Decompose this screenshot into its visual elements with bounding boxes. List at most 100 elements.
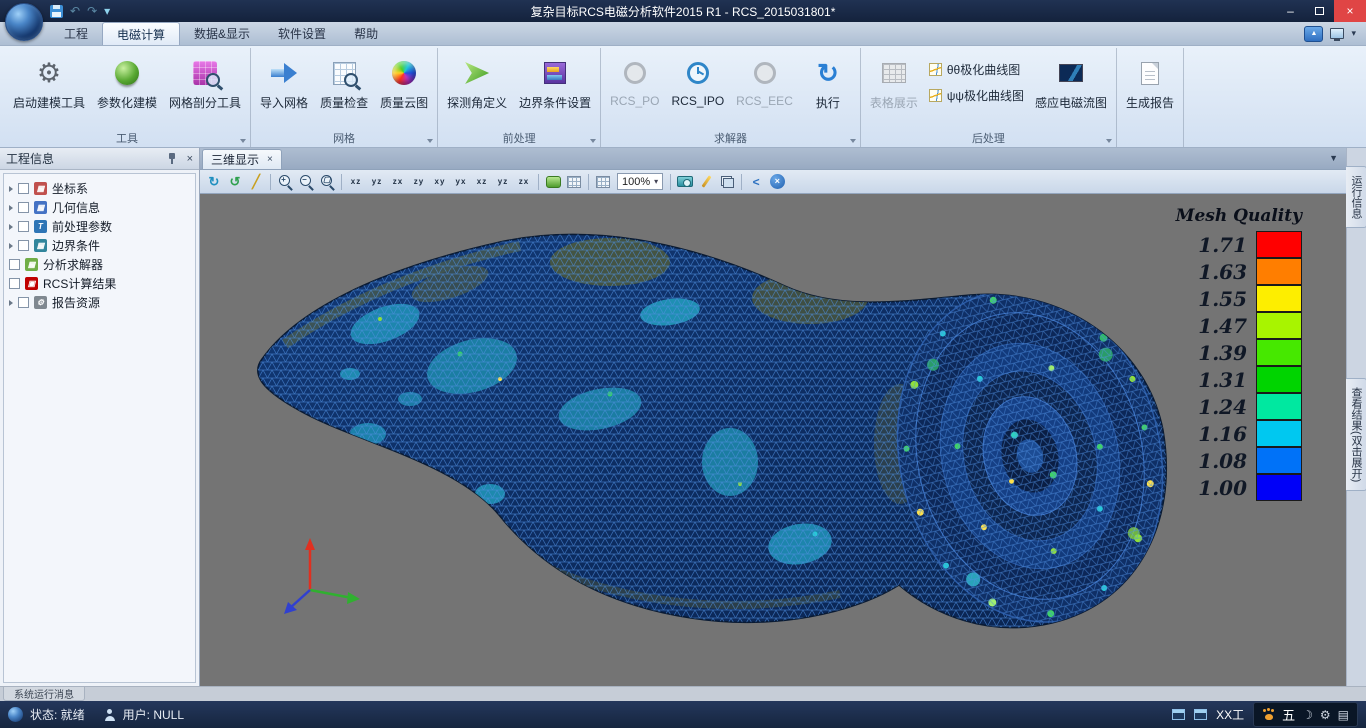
- induced-current-map-button[interactable]: 感应电磁流图: [1029, 50, 1113, 133]
- redo-icon[interactable]: ↷: [87, 5, 97, 17]
- tree-item-geometry-info[interactable]: ▦ 几何信息: [4, 198, 195, 217]
- window-icon[interactable]: [1194, 709, 1207, 720]
- close-button[interactable]: ×: [1334, 0, 1366, 22]
- expand-arrow-icon[interactable]: [9, 205, 13, 211]
- zoom-window-button[interactable]: ▢: [317, 172, 337, 191]
- light-button[interactable]: [696, 172, 716, 191]
- model-3d[interactable]: [200, 194, 1346, 686]
- checkbox[interactable]: [9, 278, 20, 289]
- moon-icon[interactable]: ☽: [1302, 709, 1313, 721]
- tab-run-info[interactable]: 运行信息: [1346, 166, 1366, 228]
- orbit-view-button[interactable]: ↺: [225, 172, 245, 191]
- expand-arrow-icon[interactable]: [9, 224, 13, 230]
- ime-paw-icon[interactable]: [1262, 709, 1275, 721]
- table-display-button[interactable]: 表格展示: [864, 50, 924, 133]
- tree-item-preprocess-params[interactable]: T 前处理参数: [4, 217, 195, 236]
- quality-check-button[interactable]: 质量检查: [314, 50, 374, 133]
- tab-view-results[interactable]: 查看结果(双击展开): [1346, 378, 1366, 491]
- tab-data-display[interactable]: 数据&显示: [180, 22, 264, 45]
- tree-item-analysis-solver[interactable]: ▦ 分析求解器: [4, 255, 195, 274]
- screenshot-button[interactable]: [675, 172, 695, 191]
- undo-icon[interactable]: ↶: [70, 5, 80, 17]
- save-icon[interactable]: [50, 5, 63, 18]
- checkbox[interactable]: [18, 183, 29, 194]
- group-caret-icon[interactable]: [590, 139, 596, 143]
- execute-button[interactable]: ↻ 执行: [799, 50, 857, 133]
- tabrow-caret-icon[interactable]: ▾: [1351, 28, 1356, 39]
- tab-help[interactable]: 帮助: [340, 22, 392, 45]
- doc-tab-close-icon[interactable]: ×: [267, 154, 273, 165]
- theta-polarization-curve-button[interactable]: θθ极化曲线图: [924, 58, 1029, 81]
- view-iso3-button[interactable]: zx: [514, 172, 534, 191]
- pin-icon[interactable]: [167, 152, 177, 165]
- group-caret-icon[interactable]: [427, 139, 433, 143]
- view-iso1-button[interactable]: xz: [472, 172, 492, 191]
- shaded-mode-button[interactable]: [543, 172, 563, 191]
- quality-cloud-button[interactable]: 质量云图: [374, 50, 434, 133]
- view-iso2-button[interactable]: yz: [493, 172, 513, 191]
- boundary-settings-button[interactable]: 边界条件设置: [513, 50, 597, 133]
- measure-button[interactable]: ╱: [246, 172, 266, 191]
- tree-item-coordinate-system[interactable]: ▦ 坐标系: [4, 179, 195, 198]
- rcs-po-button[interactable]: RCS_PO: [604, 50, 665, 133]
- probe-angle-button[interactable]: 探测角定义: [441, 50, 513, 133]
- minimize-ribbon-button[interactable]: ▲: [1304, 26, 1323, 42]
- group-caret-icon[interactable]: [1106, 139, 1112, 143]
- view-zy-button[interactable]: zy: [409, 172, 429, 191]
- expand-arrow-icon[interactable]: [9, 300, 13, 306]
- mesh-display-button[interactable]: [593, 172, 613, 191]
- generate-report-button[interactable]: 生成报告: [1120, 50, 1180, 133]
- view-yx-button[interactable]: yx: [451, 172, 471, 191]
- ime-settings-gear-icon[interactable]: ⚙: [1320, 709, 1331, 721]
- minimize-button[interactable]: –: [1276, 0, 1305, 22]
- monitor-icon[interactable]: [1330, 28, 1344, 39]
- rcs-eec-button[interactable]: RCS_EEC: [730, 50, 799, 133]
- checkbox[interactable]: [18, 202, 29, 213]
- close-view-button[interactable]: ×: [767, 172, 787, 191]
- wireframe-mode-button[interactable]: [564, 172, 584, 191]
- psi-polarization-curve-button[interactable]: ψψ极化曲线图: [924, 84, 1029, 107]
- view-xy-button[interactable]: xy: [430, 172, 450, 191]
- tab-em-calculation[interactable]: 电磁计算: [102, 22, 180, 45]
- tab-3d-display[interactable]: 三维显示 ×: [202, 149, 282, 169]
- tab-project[interactable]: 工程: [50, 22, 102, 45]
- tree-item-report-resources[interactable]: ⚙ 报告资源: [4, 293, 195, 312]
- view-yz-button[interactable]: yz: [367, 172, 387, 191]
- parametric-modeling-button[interactable]: 参数化建模: [91, 50, 163, 133]
- import-mesh-button[interactable]: 导入网格: [254, 50, 314, 133]
- zoom-out-button[interactable]: −: [296, 172, 316, 191]
- tab-software-settings[interactable]: 软件设置: [264, 22, 340, 45]
- panel-close-icon[interactable]: ×: [187, 153, 193, 165]
- mesh-partition-tool-button[interactable]: 网格剖分工具: [163, 50, 247, 133]
- legend-row: 1.31: [1176, 366, 1302, 393]
- view-xz-button[interactable]: xz: [346, 172, 366, 191]
- export-view-button[interactable]: <: [746, 172, 766, 191]
- maximize-button[interactable]: [1305, 0, 1334, 22]
- viewport-3d[interactable]: Mesh Quality 1.71 1.63 1.55 1.47 1.39 1.…: [200, 194, 1346, 686]
- group-caret-icon[interactable]: [240, 139, 246, 143]
- zoom-in-button[interactable]: +: [275, 172, 295, 191]
- launch-modeling-tool-button[interactable]: ⚙ 启动建模工具: [7, 50, 91, 133]
- checkbox[interactable]: [9, 259, 20, 270]
- ime-keyboard-icon[interactable]: ▤: [1338, 709, 1349, 721]
- copy-view-button[interactable]: [717, 172, 737, 191]
- window-icon[interactable]: [1172, 709, 1185, 720]
- checkbox[interactable]: [18, 297, 29, 308]
- rotate-view-button[interactable]: ↻: [204, 172, 224, 191]
- zoom-level-select[interactable]: 100% ▾: [617, 173, 663, 190]
- rcs-ipo-button[interactable]: RCS_IPO: [665, 50, 730, 133]
- expand-arrow-icon[interactable]: [9, 186, 13, 192]
- tree-item-rcs-results[interactable]: ▣ RCS计算结果: [4, 274, 195, 293]
- ime-toolbar[interactable]: 五 ☽ ⚙ ▤: [1253, 702, 1358, 727]
- doctabs-caret-icon[interactable]: ▼: [1329, 153, 1338, 163]
- view-zx-button[interactable]: zx: [388, 172, 408, 191]
- group-caret-icon[interactable]: [850, 139, 856, 143]
- checkbox[interactable]: [18, 221, 29, 232]
- expand-arrow-icon[interactable]: [9, 243, 13, 249]
- checkbox[interactable]: [18, 240, 29, 251]
- app-menu-orb[interactable]: [5, 3, 43, 41]
- ime-mode-wubi[interactable]: 五: [1282, 705, 1295, 724]
- qat-caret-icon[interactable]: ▾: [104, 5, 110, 17]
- tree-item-boundary-conditions[interactable]: ▦ 边界条件: [4, 236, 195, 255]
- tab-system-messages[interactable]: 系统运行消息: [3, 687, 85, 701]
